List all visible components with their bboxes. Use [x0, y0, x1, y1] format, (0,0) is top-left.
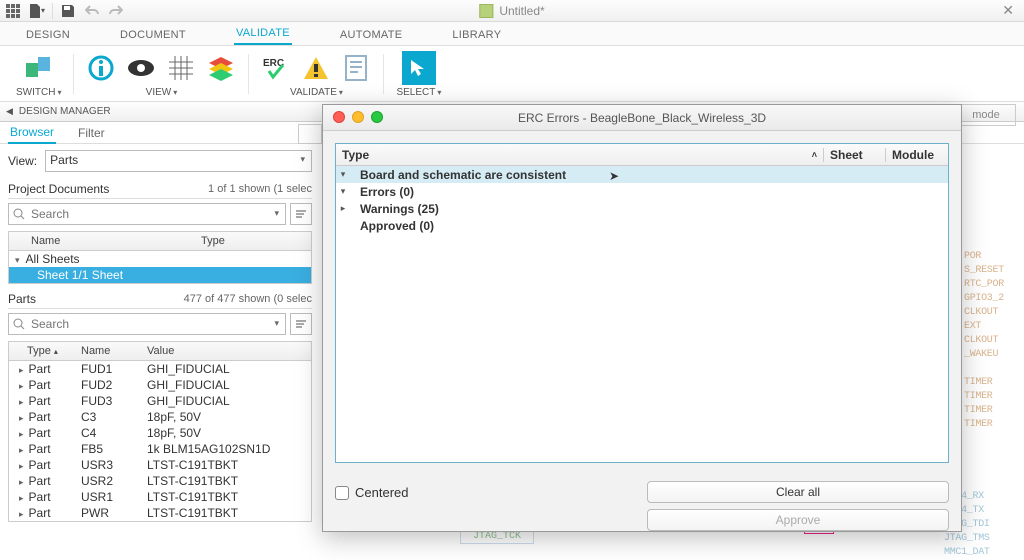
tab-library[interactable]: LIBRARY	[450, 25, 503, 45]
part-row[interactable]: PartUSR2LTST-C191TBKT	[9, 473, 311, 489]
editor-toolbar-peek	[298, 124, 322, 144]
tab-design[interactable]: DESIGN	[24, 25, 72, 45]
erc-grid: Type˄ Sheet Module ▾Board and schematic …	[335, 143, 949, 463]
qa-new-icon[interactable]: ▾	[28, 2, 46, 20]
tree-all-sheets[interactable]: All Sheets	[9, 251, 311, 267]
dm-header-label: DESIGN MANAGER	[19, 106, 111, 117]
dialog-minimize-icon[interactable]	[352, 111, 364, 123]
tree-sheet-1[interactable]: Sheet 1/1 Sheet	[9, 267, 311, 283]
window-title: Untitled*	[479, 4, 544, 18]
part-row[interactable]: PartPWRLTST-C191TBKT	[9, 505, 311, 521]
col-name[interactable]: Name	[9, 235, 201, 247]
parts-count: 477 of 477 shown (0 selec	[184, 293, 312, 305]
qa-save-icon[interactable]	[59, 2, 77, 20]
eye-icon[interactable]	[126, 53, 156, 83]
warning-icon[interactable]	[301, 53, 331, 83]
dm-tab-browser[interactable]: Browser	[8, 122, 56, 144]
col-type: Type ▴	[9, 345, 81, 357]
part-row[interactable]: PartFUD2GHI_FIDUCIAL	[9, 377, 311, 393]
dialog-close-icon[interactable]	[333, 111, 345, 123]
tab-automate[interactable]: AUTOMATE	[338, 25, 405, 45]
sort-button[interactable]	[290, 313, 312, 335]
proj-docs-count: 1 of 1 shown (1 selec	[208, 183, 312, 195]
tab-document[interactable]: DOCUMENT	[118, 25, 188, 45]
title-bar: ▾ Untitled* ✕	[0, 0, 1024, 22]
proj-docs-search[interactable]	[8, 203, 286, 225]
erc-icon[interactable]: ERC	[261, 53, 291, 83]
group-select-label: SELECT	[396, 87, 435, 98]
col-name[interactable]: Name	[81, 345, 141, 357]
grid-row-approved[interactable]: Approved (0)	[336, 217, 948, 234]
mode-select[interactable]: mode	[956, 104, 1016, 126]
report-icon[interactable]	[341, 53, 371, 83]
part-row[interactable]: PartC418pF, 50V	[9, 425, 311, 441]
group-validate-label: VALIDATE	[290, 87, 337, 98]
qa-grid-icon[interactable]	[4, 2, 22, 20]
sort-button[interactable]	[290, 203, 312, 225]
parts-title: Parts	[8, 292, 36, 306]
part-row[interactable]: PartUSR3LTST-C191TBKT	[9, 457, 311, 473]
centered-checkbox[interactable]: Centered	[335, 485, 408, 500]
ribbon: SWITCH VIEW ERC VALIDATE SELECT	[0, 46, 1024, 102]
part-row[interactable]: PartFB51k BLM15AG102SN1D	[9, 441, 311, 457]
layers-icon[interactable]	[206, 53, 236, 83]
dialog-title: ERC Errors - BeagleBone_Black_Wireless_3…	[518, 111, 766, 125]
grid-row-errors[interactable]: ▾Errors (0)	[336, 183, 948, 200]
group-view-label: VIEW	[146, 87, 172, 98]
parts-search-input[interactable]	[29, 316, 281, 332]
grid-row-consistent[interactable]: ▾Board and schematic are consistent	[336, 166, 948, 183]
parts-search[interactable]	[8, 313, 286, 335]
part-row[interactable]: PartFUD1GHI_FIDUCIAL	[9, 361, 311, 377]
erc-dialog: ERC Errors - BeagleBone_Black_Wireless_3…	[322, 104, 962, 532]
parts-header: Type ▴ Name Value	[8, 341, 312, 361]
select-icon[interactable]	[402, 51, 436, 85]
grid-icon[interactable]	[166, 53, 196, 83]
dialog-titlebar[interactable]: ERC Errors - BeagleBone_Black_Wireless_3…	[323, 105, 961, 131]
qa-redo-icon[interactable]	[107, 2, 125, 20]
window-title-text: Untitled*	[499, 4, 544, 18]
grid-row-warnings[interactable]: ▸Warnings (25)	[336, 200, 948, 217]
file-icon	[479, 4, 493, 18]
close-icon[interactable]: ✕	[1002, 2, 1014, 19]
search-icon	[13, 318, 25, 330]
sheets-header: Name Type	[8, 231, 312, 251]
part-row[interactable]: PartC318pF, 50V	[9, 409, 311, 425]
switch-icon[interactable]	[24, 53, 54, 83]
proj-docs-search-input[interactable]	[29, 206, 281, 222]
clear-all-button[interactable]: Clear all	[647, 481, 949, 503]
grid-col-sheet[interactable]: Sheet	[824, 148, 886, 162]
search-icon	[13, 208, 25, 220]
grid-col-module[interactable]: Module	[886, 148, 948, 162]
info-icon[interactable]	[86, 53, 116, 83]
part-row[interactable]: PartUSR1LTST-C191TBKT	[9, 489, 311, 505]
dm-tab-filter[interactable]: Filter	[76, 123, 107, 143]
parts-body: PartFUD1GHI_FIDUCIALPartFUD2GHI_FIDUCIAL…	[8, 361, 312, 522]
group-switch-label: SWITCH	[16, 87, 55, 98]
view-label: View:	[8, 154, 37, 168]
view-select[interactable]: Parts	[45, 150, 312, 172]
part-row[interactable]: PartFUD3GHI_FIDUCIAL	[9, 393, 311, 409]
grid-col-type[interactable]: Type˄	[336, 148, 824, 162]
col-value[interactable]: Value	[141, 345, 311, 357]
dialog-zoom-icon[interactable]	[371, 111, 383, 123]
canvas-net-labels: PORS_RESETRTC_PORGPIO3_2CLKOUTEXTCLKOUT_…	[964, 250, 1024, 432]
dm-body: View: Parts Project Documents 1 of 1 sho…	[0, 144, 320, 522]
tab-validate[interactable]: VALIDATE	[234, 23, 292, 45]
ribbon-tabs: DESIGN DOCUMENT VALIDATE AUTOMATE LIBRAR…	[0, 22, 1024, 46]
col-type[interactable]: Type	[201, 235, 311, 247]
proj-docs-title: Project Documents	[8, 182, 109, 196]
qa-undo-icon[interactable]	[83, 2, 101, 20]
approve-button[interactable]: Approve	[647, 509, 949, 531]
